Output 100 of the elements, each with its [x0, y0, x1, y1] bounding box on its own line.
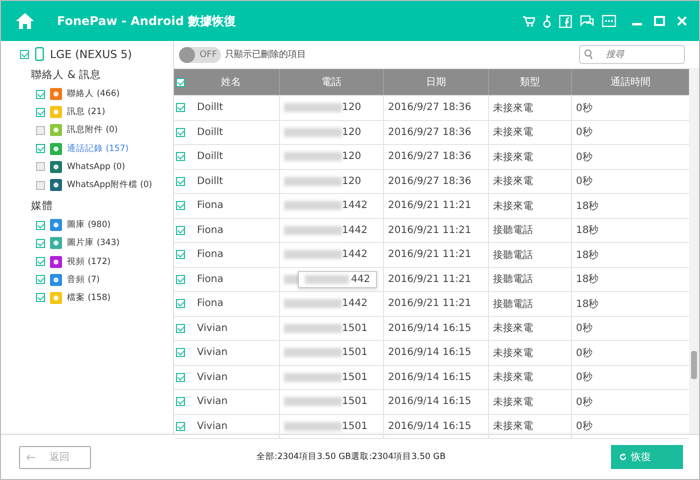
- checkbox[interactable]: [36, 90, 45, 99]
- scrollbar[interactable]: [689, 69, 699, 434]
- table-cell-text: 0秒: [575, 322, 594, 336]
- table-cell: 2016/9/21 11:21: [384, 268, 489, 291]
- table-cell: 未接來電: [489, 341, 572, 364]
- category-item[interactable]: WhatsApp附件檔 (0): [67, 179, 152, 192]
- redaction-blur: [284, 299, 342, 308]
- redaction-blur: [284, 226, 342, 235]
- checkbox[interactable]: [176, 274, 185, 284]
- app-icon: [50, 274, 62, 286]
- checkbox[interactable]: [176, 250, 185, 260]
- redaction-blur: [284, 201, 342, 210]
- checkbox[interactable]: [176, 372, 185, 382]
- app-icon: [50, 237, 62, 250]
- facebook-icon[interactable]: [559, 14, 572, 28]
- checkbox[interactable]: [20, 50, 29, 58]
- app-icon: [50, 88, 62, 100]
- table-cell-text: 18秒: [575, 298, 600, 312]
- table-cell: 120: [342, 126, 362, 138]
- table-cell: Doillt: [197, 176, 224, 187]
- close-icon[interactable]: [677, 16, 687, 26]
- maximize-icon[interactable]: [654, 16, 665, 26]
- table-cell: Doillt: [197, 151, 224, 162]
- cart-icon[interactable]: [523, 16, 535, 26]
- checkbox[interactable]: [36, 126, 45, 135]
- checkbox[interactable]: [176, 324, 185, 333]
- table-cell: 未接來電: [489, 170, 572, 193]
- redaction-blur: [284, 176, 342, 186]
- checkbox[interactable]: [176, 299, 185, 308]
- checkbox[interactable]: [36, 144, 45, 154]
- app-icon: [50, 124, 62, 136]
- app-icon: [50, 219, 62, 232]
- checkbox[interactable]: [36, 275, 45, 284]
- table-cell: 未接來電: [489, 414, 572, 438]
- table-cell: Doillt: [197, 102, 224, 114]
- key-icon[interactable]: [543, 14, 551, 28]
- device-name[interactable]: LGE (NEXUS 5): [50, 48, 132, 60]
- category-heading: 聯絡人 & 訊息: [30, 68, 102, 82]
- checkbox[interactable]: [176, 422, 185, 431]
- table-cell: Fiona: [197, 200, 224, 212]
- table-cell: 未接來電: [489, 96, 572, 120]
- checkbox[interactable]: [36, 108, 45, 117]
- table-cell-text: 0秒: [575, 370, 594, 386]
- checkbox[interactable]: [176, 128, 185, 137]
- toggle-label: 只顯示已刪除的項目: [225, 48, 307, 61]
- table-cell: 1442: [342, 200, 368, 212]
- table-cell: 未接來電: [489, 120, 572, 144]
- checkbox[interactable]: [176, 152, 185, 162]
- table-cell: 2016/9/21 11:21: [384, 243, 489, 266]
- checkbox[interactable]: [36, 293, 45, 302]
- checkbox[interactable]: [176, 176, 185, 186]
- checkbox[interactable]: [176, 78, 185, 86]
- search-field[interactable]: 搜尋: [579, 45, 685, 64]
- table-cell: 未接來電: [489, 390, 572, 414]
- checkbox[interactable]: [36, 180, 45, 190]
- table-cell-text: 18秒: [575, 272, 600, 288]
- table-cell: Vivian: [197, 347, 228, 358]
- redaction-blur: [284, 250, 342, 260]
- table-cell: 1442: [342, 298, 368, 310]
- table-cell-text: 0秒: [575, 126, 594, 140]
- table-cell: 1501: [342, 347, 368, 358]
- more-icon[interactable]: [602, 15, 616, 27]
- checkbox[interactable]: [36, 162, 45, 172]
- table-cell: 2016/9/27 18:36: [384, 145, 489, 168]
- checkbox[interactable]: [176, 397, 185, 406]
- checkbox[interactable]: [36, 257, 45, 266]
- category-item[interactable]: WhatsApp (0): [67, 162, 126, 172]
- category-item[interactable]: 檔案 (158): [67, 292, 111, 304]
- checkbox[interactable]: [176, 201, 185, 210]
- category-item[interactable]: 訊息附件 (0): [67, 124, 118, 136]
- table-cell: Vivian: [197, 372, 228, 383]
- category-item[interactable]: 聯絡人 (466): [67, 88, 120, 100]
- category-item[interactable]: 通話記錄 (157): [67, 142, 129, 155]
- table-cell: 未接來電: [489, 316, 572, 340]
- checkbox[interactable]: [176, 226, 185, 235]
- checkbox[interactable]: [176, 348, 185, 358]
- table-cell: 120: [342, 102, 362, 114]
- table-cell: 1501: [342, 322, 368, 334]
- table-cell: 2016/9/21 11:21: [384, 292, 489, 316]
- table-cell: 2016/9/14 16:15: [384, 316, 489, 340]
- checkbox[interactable]: [36, 238, 45, 248]
- table-cell: 接聽電話: [489, 243, 572, 266]
- refresh-icon: [619, 453, 627, 461]
- chat-icon[interactable]: [580, 14, 594, 28]
- category-item[interactable]: 圖庫 (980): [67, 219, 111, 232]
- category-item[interactable]: 視頻 (172): [67, 256, 111, 268]
- checkbox[interactable]: [176, 103, 185, 112]
- table-cell-text: 0秒: [575, 150, 594, 165]
- checkbox[interactable]: [36, 220, 45, 230]
- category-item[interactable]: 音頻 (7): [67, 274, 100, 286]
- home-icon[interactable]: [15, 11, 35, 31]
- redaction-blur: [284, 152, 342, 162]
- redaction-blur: [284, 128, 342, 137]
- table-cell-text: 0秒: [575, 174, 594, 190]
- category-item[interactable]: 訊息 (21): [67, 106, 106, 118]
- summary-text: 全部:2304項目3.50 GB選取:2304項目3.50 GB: [255, 451, 447, 463]
- table-cell: 接聽電話: [489, 268, 572, 291]
- category-item[interactable]: 圖片庫 (343): [67, 237, 120, 250]
- table-cell: 接聽電話: [489, 292, 572, 316]
- redaction-blur: [284, 422, 342, 431]
